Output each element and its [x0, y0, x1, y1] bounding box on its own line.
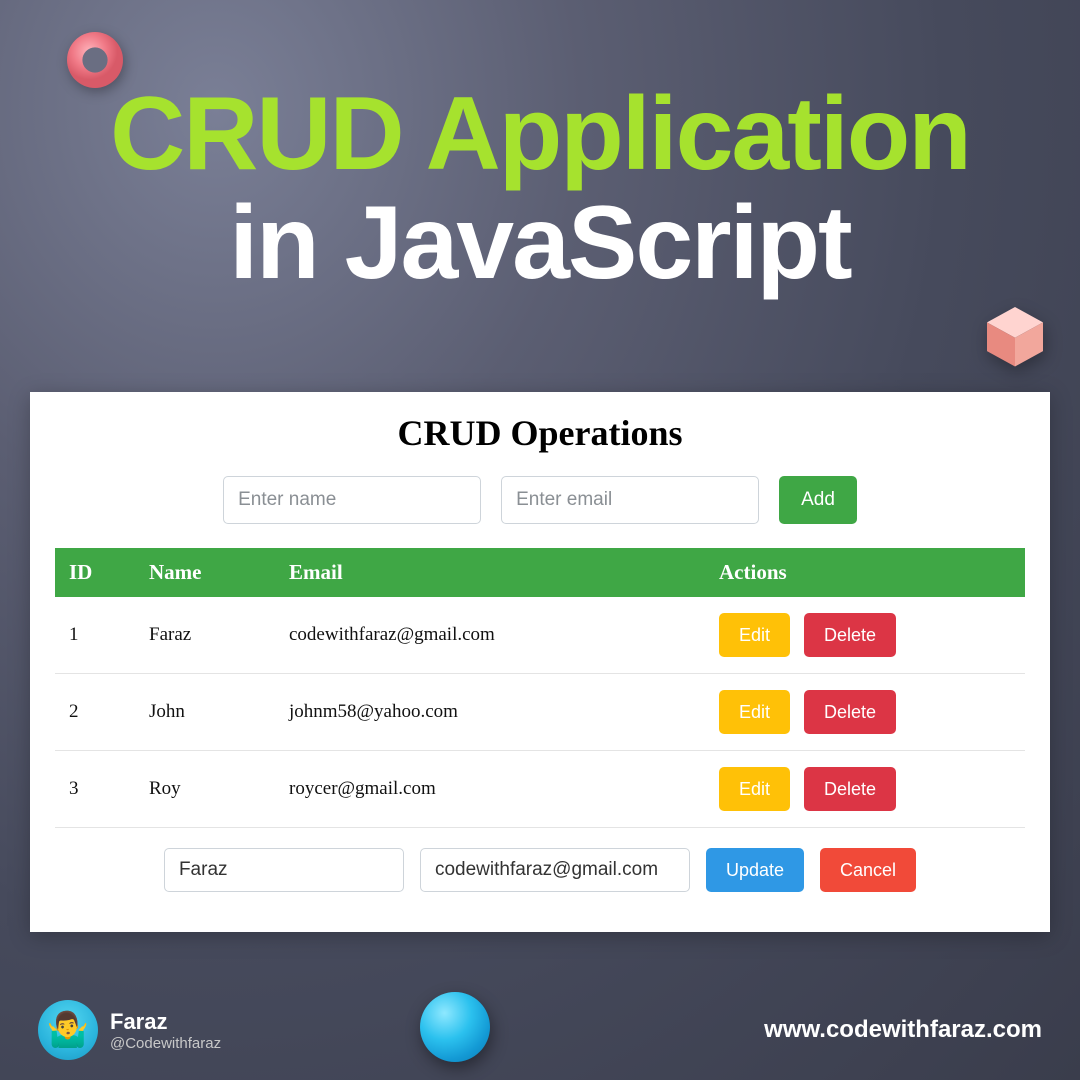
add-button[interactable]: Add: [779, 476, 857, 524]
edit-button[interactable]: Edit: [719, 613, 790, 657]
header-actions: Actions: [705, 548, 1025, 597]
edit-button[interactable]: Edit: [719, 690, 790, 734]
table-row: 3 Roy roycer@gmail.com Edit Delete: [55, 751, 1025, 828]
cell-email: johnm58@yahoo.com: [275, 674, 705, 751]
app-card: CRUD Operations Add ID Name Email Action…: [30, 392, 1050, 932]
delete-button[interactable]: Delete: [804, 767, 896, 811]
header-id: ID: [55, 548, 135, 597]
table-header-row: ID Name Email Actions: [55, 548, 1025, 597]
donut-icon: [60, 25, 130, 95]
edit-button[interactable]: Edit: [719, 767, 790, 811]
email-input[interactable]: [501, 476, 759, 524]
name-input[interactable]: [223, 476, 481, 524]
footer: 🤷‍♂️ Faraz @Codewithfaraz www.codewithfa…: [0, 1000, 1080, 1060]
update-button[interactable]: Update: [706, 848, 804, 892]
cell-email: roycer@gmail.com: [275, 751, 705, 828]
delete-button[interactable]: Delete: [804, 613, 896, 657]
cancel-button[interactable]: Cancel: [820, 848, 916, 892]
data-table: ID Name Email Actions 1 Faraz codewithfa…: [55, 548, 1025, 828]
edit-email-input[interactable]: [420, 848, 690, 892]
table-row: 1 Faraz codewithfaraz@gmail.com Edit Del…: [55, 597, 1025, 674]
app-title: CRUD Operations: [55, 412, 1025, 454]
header-email: Email: [275, 548, 705, 597]
hero-line1: CRUD Application: [0, 80, 1080, 189]
author-block: 🤷‍♂️ Faraz @Codewithfaraz: [38, 1000, 221, 1060]
cube-icon: [980, 300, 1050, 370]
add-form: Add: [55, 476, 1025, 524]
cell-name: Faraz: [135, 597, 275, 674]
delete-button[interactable]: Delete: [804, 690, 896, 734]
hero-title: CRUD Application in JavaScript: [0, 0, 1080, 298]
site-url[interactable]: www.codewithfaraz.com: [764, 1016, 1042, 1044]
header-name: Name: [135, 548, 275, 597]
cell-name: Roy: [135, 751, 275, 828]
avatar: 🤷‍♂️: [38, 1000, 98, 1060]
cell-name: John: [135, 674, 275, 751]
hero-line2: in JavaScript: [0, 189, 1080, 298]
edit-form: Update Cancel: [55, 848, 1025, 892]
cell-email: codewithfaraz@gmail.com: [275, 597, 705, 674]
cell-id: 1: [55, 597, 135, 674]
author-name: Faraz: [110, 1009, 221, 1035]
author-handle: @Codewithfaraz: [110, 1035, 221, 1052]
table-row: 2 John johnm58@yahoo.com Edit Delete: [55, 674, 1025, 751]
edit-name-input[interactable]: [164, 848, 404, 892]
cell-id: 3: [55, 751, 135, 828]
cell-id: 2: [55, 674, 135, 751]
